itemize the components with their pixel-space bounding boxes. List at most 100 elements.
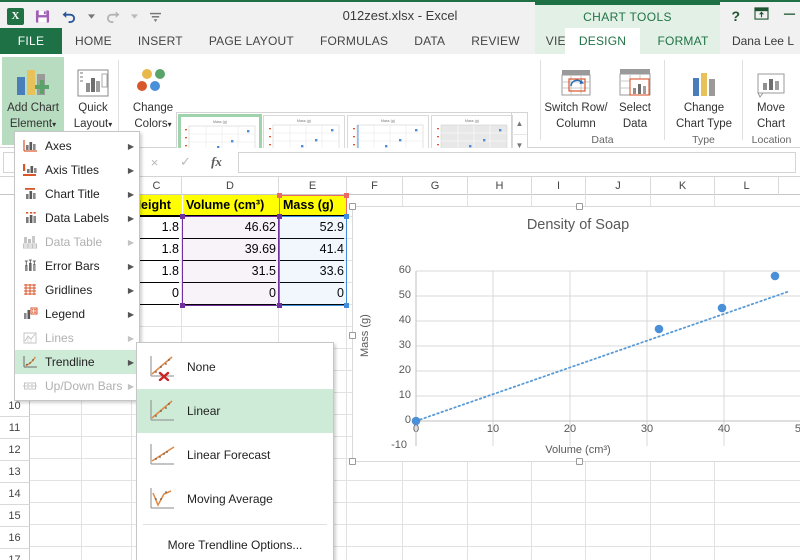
menu-item-label: Axes xyxy=(45,139,72,153)
change-colors-icon xyxy=(122,57,184,99)
menu-item-data-labels[interactable]: Data Labels ▶ xyxy=(15,206,139,230)
column-header-E[interactable]: E xyxy=(279,177,347,195)
cell-D-header[interactable]: Volume (cm³) xyxy=(183,195,279,217)
quick-layout-button[interactable]: Quick Layout▾ xyxy=(62,57,124,131)
chart-resize-handle-middle-left[interactable] xyxy=(349,332,356,339)
chevron-right-icon: ▶ xyxy=(127,261,135,271)
range-handle[interactable] xyxy=(277,193,282,198)
switch-row-column-label-2: Column xyxy=(556,118,596,130)
excel-window: X 012zest.xlsx - Excel CHART TOOLS ? FIL… xyxy=(0,0,800,560)
chart-plot-area[interactable] xyxy=(353,207,800,463)
move-chart-button[interactable]: Move Chart xyxy=(743,57,799,131)
tab-format[interactable]: FORMAT xyxy=(643,28,723,54)
menu-item-label: Linear xyxy=(187,404,221,418)
range-handle[interactable] xyxy=(180,303,185,308)
column-header-L[interactable]: L xyxy=(715,177,779,195)
add-chart-element-caret-icon: ▾ xyxy=(52,120,57,129)
range-handle[interactable] xyxy=(277,303,282,308)
data-labels-icon xyxy=(15,206,45,230)
more-trendline-options[interactable]: More Trendline Options... xyxy=(137,528,333,560)
range-handle[interactable] xyxy=(344,193,349,198)
switch-row-column-label-1: Switch Row/ xyxy=(544,102,608,114)
tab-data[interactable]: DATA xyxy=(401,28,458,54)
switch-row-column-button[interactable]: Switch Row/ Column xyxy=(541,57,611,131)
row-header-12[interactable]: 12 xyxy=(0,439,30,461)
row-header-16[interactable]: 16 xyxy=(0,527,30,549)
user-account-name[interactable]: Dana Lee L xyxy=(732,28,794,54)
tab-home[interactable]: HOME xyxy=(62,28,125,54)
row-header-11[interactable]: 11 xyxy=(0,417,30,439)
row-header-17[interactable]: 17 xyxy=(0,549,30,560)
ribbon-display-options-icon[interactable] xyxy=(754,7,769,25)
menu-item-trendline[interactable]: Trendline ▶ xyxy=(15,350,139,374)
trendline-option-moving-average[interactable]: Moving Average xyxy=(137,477,333,521)
trendline-option-linear-forecast[interactable]: Linear Forecast xyxy=(137,433,333,477)
chart-resize-handle-top-left[interactable] xyxy=(349,203,356,210)
trendline-option-none[interactable]: None xyxy=(137,345,333,389)
column-header-F[interactable]: F xyxy=(347,177,403,195)
add-chart-element-icon xyxy=(2,57,64,99)
chart-object[interactable]: Density of Soap Mass (g) Volume (cm³) 60… xyxy=(349,203,800,465)
change-chart-type-button[interactable]: Change Chart Type xyxy=(669,57,739,131)
chart-resize-handle-bottom-center[interactable] xyxy=(576,458,583,465)
enter-icon[interactable]: ✓ xyxy=(170,152,201,173)
menu-item-label: None xyxy=(187,360,216,374)
tab-file[interactable]: FILE xyxy=(0,28,62,54)
select-data-icon xyxy=(609,57,661,99)
menu-item-axis-titles[interactable]: Axis Titles ▶ xyxy=(15,158,139,182)
tab-insert[interactable]: INSERT xyxy=(125,28,196,54)
menu-item-legend[interactable]: Legend ▶ xyxy=(15,302,139,326)
menu-item-gridlines[interactable]: Gridlines ▶ xyxy=(15,278,139,302)
menu-item-error-bars[interactable]: Error Bars ▶ xyxy=(15,254,139,278)
select-data-button[interactable]: Select Data xyxy=(609,57,661,131)
menu-item-label: Data Labels xyxy=(45,211,110,225)
range-handle[interactable] xyxy=(277,214,282,219)
axis-titles-icon xyxy=(15,158,45,182)
chart-resize-handle-top-center[interactable] xyxy=(576,203,583,210)
row-header-13[interactable]: 13 xyxy=(0,461,30,483)
minimize-icon[interactable] xyxy=(783,7,796,25)
column-header-G[interactable]: G xyxy=(403,177,468,195)
gallery-scroll-up-icon[interactable]: ▲ xyxy=(512,113,527,135)
chart-point xyxy=(411,416,421,426)
chevron-right-icon: ▶ xyxy=(127,309,135,319)
range-handle[interactable] xyxy=(344,214,349,219)
tab-page-layout[interactable]: PAGE LAYOUT xyxy=(196,28,307,54)
column-header-J[interactable]: J xyxy=(586,177,651,195)
range-handle[interactable] xyxy=(344,303,349,308)
column-header-K[interactable]: K xyxy=(651,177,715,195)
menu-item-axes[interactable]: Axes ▶ xyxy=(15,134,139,158)
data-table-icon xyxy=(15,230,45,254)
row-header-15[interactable]: 15 xyxy=(0,505,30,527)
column-header-I[interactable]: I xyxy=(532,177,586,195)
tab-review[interactable]: REVIEW xyxy=(458,28,533,54)
insert-function-icon[interactable]: fx xyxy=(201,152,232,173)
row-header-14[interactable]: 14 xyxy=(0,483,30,505)
column-header-D[interactable]: D xyxy=(182,177,279,195)
row-header-column: 10 11 12 13 14 15 16 17 xyxy=(0,395,30,560)
formula-input[interactable] xyxy=(238,151,796,173)
change-chart-type-icon xyxy=(669,57,739,99)
range-handle[interactable] xyxy=(180,214,185,219)
lines-icon xyxy=(15,326,45,350)
chart-trendline xyxy=(415,290,791,422)
menu-item-label: Error Bars xyxy=(45,259,100,273)
axes-icon xyxy=(15,134,45,158)
ribbon-group-location: Move Chart Location xyxy=(743,54,800,148)
select-data-label-2: Data xyxy=(622,118,648,130)
chart-resize-handle-bottom-left[interactable] xyxy=(349,458,356,465)
add-chart-element-menu[interactable]: Axes ▶ Axis Titles ▶ Chart Title ▶ Data … xyxy=(14,131,140,401)
menu-item-chart-title[interactable]: Chart Title ▶ xyxy=(15,182,139,206)
cancel-icon[interactable]: × xyxy=(139,152,170,173)
trendline-option-linear[interactable]: Linear xyxy=(137,389,333,433)
trendline-submenu[interactable]: None Linear Linear Forecast Moving Avera… xyxy=(136,342,334,560)
tab-list: HOME INSERT PAGE LAYOUT FORMULAS DATA RE… xyxy=(62,28,590,54)
tab-formulas[interactable]: FORMULAS xyxy=(307,28,401,54)
up-down-bars-icon xyxy=(15,374,45,398)
menu-item-label: Chart Title xyxy=(45,187,100,201)
menu-item-data-table: Data Table ▶ xyxy=(15,230,139,254)
help-icon[interactable]: ? xyxy=(731,8,740,24)
tab-design[interactable]: DESIGN xyxy=(565,28,640,54)
change-colors-button[interactable]: Change Colors▾ xyxy=(122,57,184,131)
column-header-H[interactable]: H xyxy=(468,177,532,195)
